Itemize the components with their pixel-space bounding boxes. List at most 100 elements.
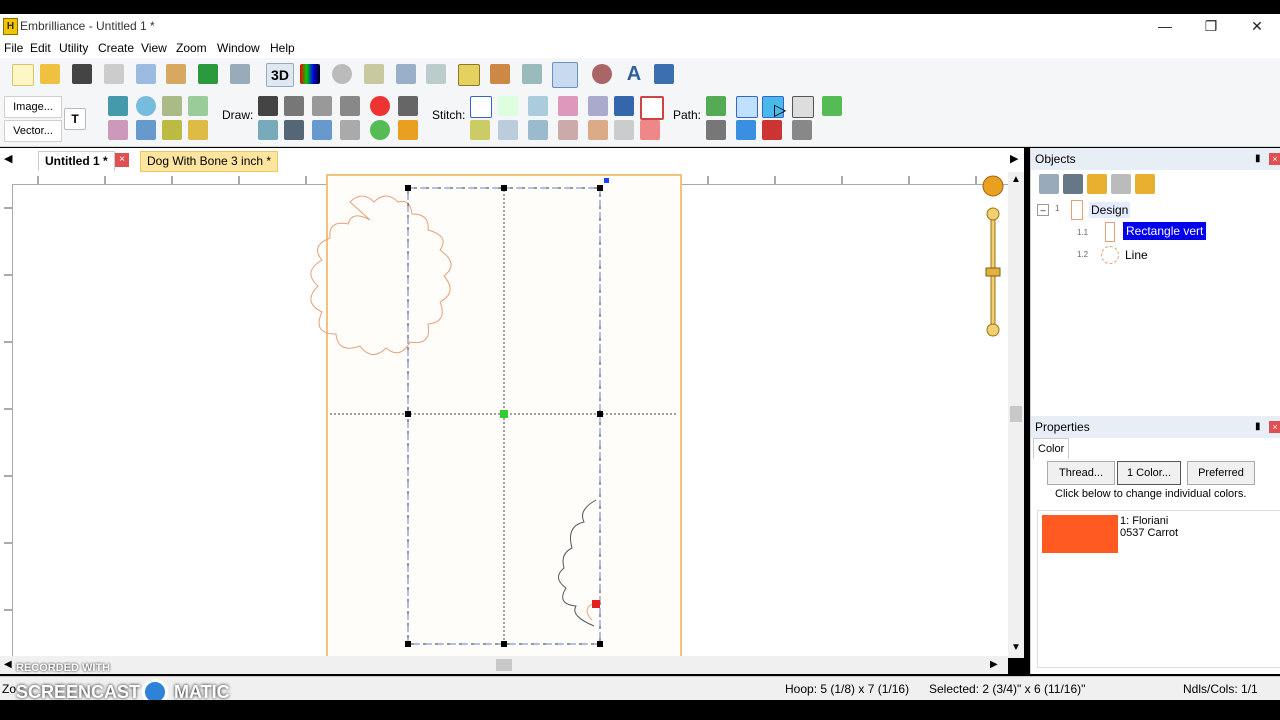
- one-color-button[interactable]: 1 Color...: [1117, 461, 1181, 485]
- stitch-frame-icon[interactable]: [640, 96, 664, 120]
- tab-dog-with-bone[interactable]: Dog With Bone 3 inch *: [140, 151, 279, 172]
- zoom-glass-icon[interactable]: [332, 64, 352, 84]
- stitch-outline-icon[interactable]: [470, 96, 492, 118]
- paste-icon[interactable]: [166, 64, 186, 84]
- tab-untitled-1[interactable]: Untitled 1 *: [38, 151, 115, 171]
- save-icon[interactable]: [72, 64, 92, 84]
- lettering-icon[interactable]: A: [624, 64, 644, 84]
- path-union-icon[interactable]: [736, 120, 756, 140]
- menu-help[interactable]: Help: [270, 41, 295, 55]
- text-tool-icon[interactable]: T: [64, 108, 86, 130]
- draw-scissor-icon[interactable]: [398, 96, 418, 116]
- scroll-left-icon[interactable]: ◀: [4, 659, 12, 670]
- stitch-wave-icon[interactable]: [528, 120, 548, 140]
- stitch-texture-icon[interactable]: [614, 120, 634, 140]
- stitch-player-icon[interactable]: [522, 64, 542, 84]
- stitch-dots-icon[interactable]: [614, 96, 634, 116]
- menu-file[interactable]: File: [4, 41, 23, 55]
- open-folder-icon[interactable]: [40, 64, 60, 84]
- measure-icon[interactable]: [364, 64, 384, 84]
- path-branch-icon[interactable]: [822, 96, 842, 116]
- draw-points-icon[interactable]: [258, 96, 278, 116]
- rotate-handle[interactable]: [604, 178, 609, 183]
- group-icon[interactable]: [1039, 174, 1059, 194]
- stitch-pattern-icon[interactable]: [588, 120, 608, 140]
- zoom-out-icon[interactable]: [986, 323, 1000, 337]
- draw-pin-icon[interactable]: [312, 96, 332, 116]
- vector-button[interactable]: Vector...: [4, 120, 62, 142]
- tab-close-icon[interactable]: ×: [115, 153, 129, 167]
- color-swatch[interactable]: [1042, 515, 1118, 553]
- select-icon[interactable]: [426, 64, 446, 84]
- stitch-zigzag-icon[interactable]: [558, 96, 578, 116]
- monogram-icon[interactable]: [654, 64, 674, 84]
- compass-icon[interactable]: [982, 175, 1004, 197]
- path-square-icon[interactable]: [736, 96, 758, 118]
- draw-line-icon[interactable]: [340, 120, 360, 140]
- view-eye-icon[interactable]: [136, 96, 156, 116]
- minimize-icon[interactable]: —: [1142, 14, 1188, 38]
- stitch-cross-icon[interactable]: [588, 96, 608, 116]
- 3d-view-icon[interactable]: 3D: [266, 63, 294, 87]
- tree-collapse-icon[interactable]: –: [1037, 204, 1049, 216]
- weld-icon[interactable]: [162, 120, 182, 140]
- path-stack-icon[interactable]: [706, 120, 726, 140]
- menu-create[interactable]: Create: [98, 41, 134, 55]
- scroll-right-icon[interactable]: ▶: [990, 659, 998, 670]
- draw-add-icon[interactable]: [370, 120, 390, 140]
- lasso-icon[interactable]: [162, 96, 182, 116]
- stitch-motif-icon[interactable]: [558, 120, 578, 140]
- vertical-scrollbar[interactable]: ▲ ▼: [1008, 172, 1024, 658]
- scroll-up-icon[interactable]: ▲: [1011, 174, 1021, 185]
- path-subtract-icon[interactable]: [762, 120, 782, 140]
- stitch-satin-icon[interactable]: [528, 96, 548, 116]
- close-icon[interactable]: ✕: [1234, 14, 1280, 38]
- draw-circle-icon[interactable]: [370, 96, 390, 116]
- draw-zoom-icon[interactable]: [258, 120, 278, 140]
- tree-item-line[interactable]: Line: [1125, 248, 1148, 262]
- tab-scroll-right-icon[interactable]: ▶: [1010, 152, 1018, 165]
- menu-window[interactable]: Window: [217, 41, 260, 55]
- end-point-handle[interactable]: [592, 600, 600, 608]
- path-trim-icon[interactable]: [792, 120, 812, 140]
- stitch-fill-icon[interactable]: [498, 120, 518, 140]
- menu-view[interactable]: View: [141, 41, 167, 55]
- pin-icon[interactable]: ▮: [1255, 416, 1261, 438]
- draw-curve-icon[interactable]: [340, 96, 360, 116]
- scroll-down-icon[interactable]: ▼: [1011, 642, 1021, 653]
- redo-icon[interactable]: [230, 64, 250, 84]
- grid-icon[interactable]: [552, 62, 578, 88]
- horizontal-scroll-thumb[interactable]: [496, 659, 512, 671]
- panel-close-icon[interactable]: ×: [1269, 153, 1280, 165]
- stitch-crosshatch-icon[interactable]: [640, 120, 660, 140]
- menu-edit[interactable]: Edit: [30, 41, 51, 55]
- ungroup-icon[interactable]: [1063, 174, 1083, 194]
- copy-icon[interactable]: [136, 64, 156, 84]
- draw-pen-icon[interactable]: [284, 96, 304, 116]
- zoom-in-icon[interactable]: [986, 207, 1000, 221]
- split-icon[interactable]: [136, 120, 156, 140]
- stitch-run-icon[interactable]: [498, 96, 518, 116]
- draw-arc-icon[interactable]: [312, 120, 332, 140]
- scallop-line-shape[interactable]: [558, 499, 597, 627]
- lock-icon[interactable]: [1087, 174, 1107, 194]
- combine-icon[interactable]: [108, 120, 128, 140]
- new-file-icon[interactable]: [12, 64, 34, 86]
- align-icon[interactable]: [490, 64, 510, 84]
- path-node-icon[interactable]: [706, 96, 726, 116]
- tree-item-design[interactable]: Design: [1089, 202, 1131, 218]
- print-icon[interactable]: [104, 64, 124, 84]
- settings-icon[interactable]: [592, 64, 612, 84]
- tab-color[interactable]: Color: [1033, 438, 1070, 459]
- draw-cross-icon[interactable]: [284, 120, 304, 140]
- center-handle[interactable]: [500, 410, 508, 418]
- overlap-icon[interactable]: [188, 120, 208, 140]
- lock-all-icon[interactable]: [1135, 174, 1155, 194]
- properties-icon[interactable]: [458, 64, 480, 86]
- maximize-icon[interactable]: ❐: [1188, 14, 1234, 38]
- unlock-icon[interactable]: [1111, 174, 1131, 194]
- stitch-pen-icon[interactable]: [470, 120, 490, 140]
- draw-erase-icon[interactable]: [398, 120, 418, 140]
- preferred-button[interactable]: Preferred: [1187, 461, 1255, 485]
- trace-icon[interactable]: [108, 96, 128, 116]
